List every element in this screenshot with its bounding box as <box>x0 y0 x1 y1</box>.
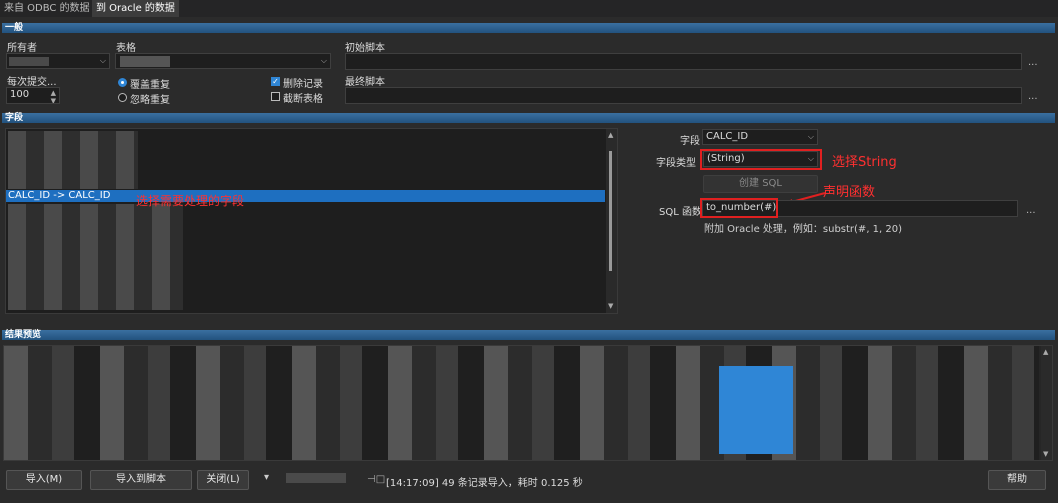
preview-scrollbar[interactable]: ▲ ▼ <box>1041 346 1052 460</box>
scroll-up-icon[interactable]: ▲ <box>608 131 613 139</box>
final-script-label: 最终脚本 <box>345 77 385 88</box>
commit-spinner[interactable]: 100 ▲ ▼ <box>6 87 60 104</box>
check-delete[interactable]: ✓ <box>271 77 280 86</box>
selected-field-row[interactable]: CALC_ID -> CALC_ID <box>6 190 605 202</box>
annotation-select-string: 选择String <box>832 155 897 170</box>
final-script-input[interactable] <box>345 87 1022 104</box>
field-label: 字段 <box>680 136 700 147</box>
radio-ignore[interactable] <box>118 93 127 102</box>
sql-function-hint: 附加 Oracle 处理，例如：substr(#, 1, 20) <box>704 224 903 235</box>
field-list[interactable]: CALC_ID -> CALC_ID ▲ ▼ <box>5 128 618 314</box>
init-script-browse-button[interactable]: ... <box>1028 57 1038 68</box>
tab-bar: 来自 ODBC 的数据 到 Oracle 的数据 <box>0 0 1058 17</box>
status-text: [14:17:09] 49 条记录导入，耗时 0.125 秒 <box>386 478 583 489</box>
commit-value: 100 <box>10 89 30 100</box>
annotation-declare-function: 声明函数 <box>823 185 876 200</box>
table-redacted <box>120 56 170 67</box>
highlight-sql-function <box>700 198 778 218</box>
commit-label: 每次提交... <box>7 77 57 88</box>
redacted-rows-bottom <box>8 204 183 310</box>
pin-icon: ⊣□ <box>367 474 386 485</box>
check-truncate[interactable] <box>271 92 280 101</box>
redacted-rows-top <box>8 131 138 189</box>
field-type-label: 字段类型 <box>656 158 696 169</box>
init-script-input[interactable] <box>345 53 1022 70</box>
field-list-scrollbar[interactable]: ▲ ▼ <box>606 129 617 313</box>
help-button[interactable]: 帮助 <box>988 470 1046 490</box>
scroll-up-icon[interactable]: ▲ <box>1043 348 1048 356</box>
section-preview-header: 结果预览 <box>2 330 1055 340</box>
init-script-label: 初始脚本 <box>345 43 385 54</box>
final-script-browse-button[interactable]: ... <box>1028 91 1038 102</box>
annotation-select-field: 选择需要处理的字段 <box>136 194 245 208</box>
redacted-preview-cells <box>4 346 1039 460</box>
result-preview-grid[interactable]: ▲ ▼ <box>3 345 1053 461</box>
redacted-selected-cells <box>719 366 793 454</box>
sql-function-browse-button[interactable]: ... <box>1026 205 1036 216</box>
check-truncate-label: 截断表格 <box>283 94 323 105</box>
owner-redacted <box>9 57 49 66</box>
redacted-status <box>286 473 346 483</box>
close-button[interactable]: 关闭(L) <box>197 470 249 490</box>
table-label: 表格 <box>116 43 136 54</box>
scroll-down-icon[interactable]: ▼ <box>1043 450 1048 458</box>
scroll-thumb[interactable] <box>609 151 612 271</box>
sql-function-label: SQL 函数 <box>659 207 702 218</box>
scroll-down-icon[interactable]: ▼ <box>608 302 613 310</box>
section-general-header: 一般 <box>2 23 1055 33</box>
tab-from-odbc[interactable]: 来自 ODBC 的数据 <box>0 0 94 17</box>
chevron-down-icon: ⌵ <box>807 132 814 141</box>
import-to-script-button[interactable]: 导入到脚本 <box>90 470 192 490</box>
selected-field-mapping: CALC_ID -> CALC_ID <box>8 190 111 201</box>
radio-ignore-label: 忽略重复 <box>130 95 170 106</box>
radio-overwrite[interactable] <box>118 78 127 87</box>
spin-down-icon[interactable]: ▼ <box>51 94 56 103</box>
radio-overwrite-label: 覆盖重复 <box>130 80 170 91</box>
section-fields-header: 字段 <box>2 113 1055 123</box>
tab-to-oracle[interactable]: 到 Oracle 的数据 <box>92 0 179 17</box>
owner-label: 所有者 <box>7 43 37 54</box>
import-button[interactable]: 导入(M) <box>6 470 82 490</box>
field-select[interactable]: CALC_ID ⌵ <box>702 129 818 145</box>
chevron-down-icon: ⌵ <box>320 56 327 65</box>
table-select[interactable]: ⌵ <box>115 53 331 69</box>
highlight-field-type <box>700 149 822 170</box>
dropdown-arrow-icon[interactable]: ▾ <box>264 472 269 483</box>
chevron-down-icon: ⌵ <box>99 56 106 65</box>
field-value: CALC_ID <box>706 131 749 142</box>
owner-select[interactable]: ⌵ <box>6 53 110 69</box>
check-delete-label: 删除记录 <box>283 79 323 90</box>
